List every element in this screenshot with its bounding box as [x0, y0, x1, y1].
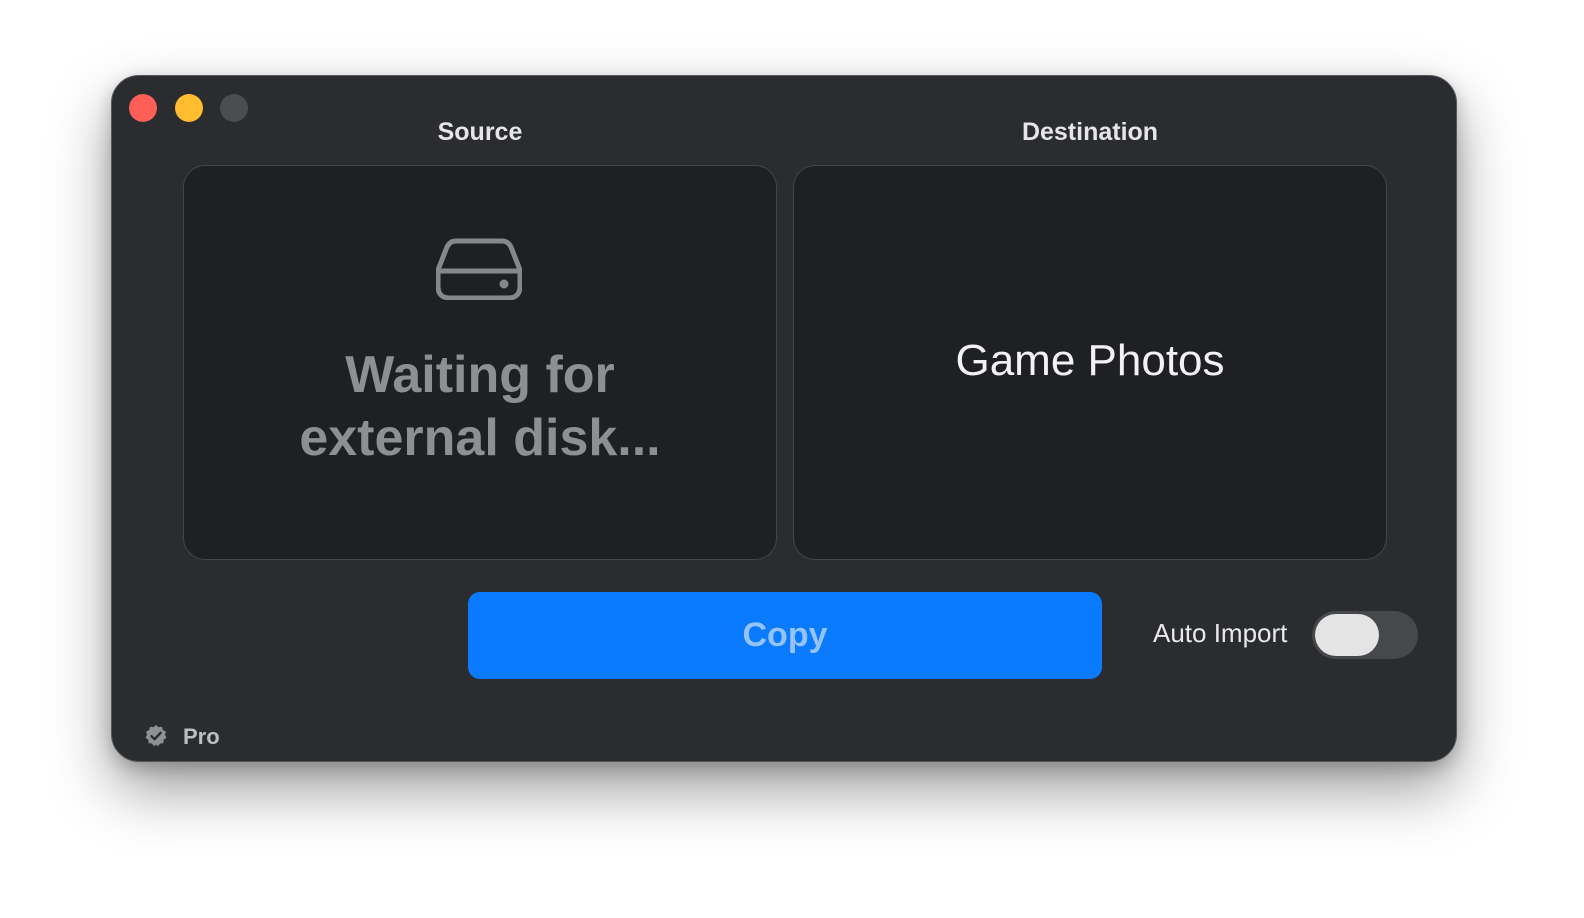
copy-button[interactable]: Copy [468, 592, 1102, 679]
toggle-knob [1315, 614, 1379, 656]
source-title: Source [437, 118, 523, 146]
auto-import-label: Auto Import [1153, 618, 1288, 648]
source-panel[interactable]: Waiting for external disk... [183, 165, 777, 560]
source-status-text: Waiting for external disk... [299, 346, 661, 467]
app-window: Source Destination Waiting for external d… [111, 75, 1457, 762]
close-window-button[interactable] [129, 94, 157, 122]
auto-import-toggle[interactable] [1312, 611, 1418, 659]
destination-panel[interactable]: Game Photos [793, 165, 1387, 560]
destination-name: Game Photos [955, 336, 1225, 385]
external-drive-icon [436, 238, 522, 300]
destination-title: Destination [1021, 118, 1159, 146]
checkmark-seal-icon [145, 725, 167, 747]
pro-badge-label: Pro [183, 724, 220, 749]
